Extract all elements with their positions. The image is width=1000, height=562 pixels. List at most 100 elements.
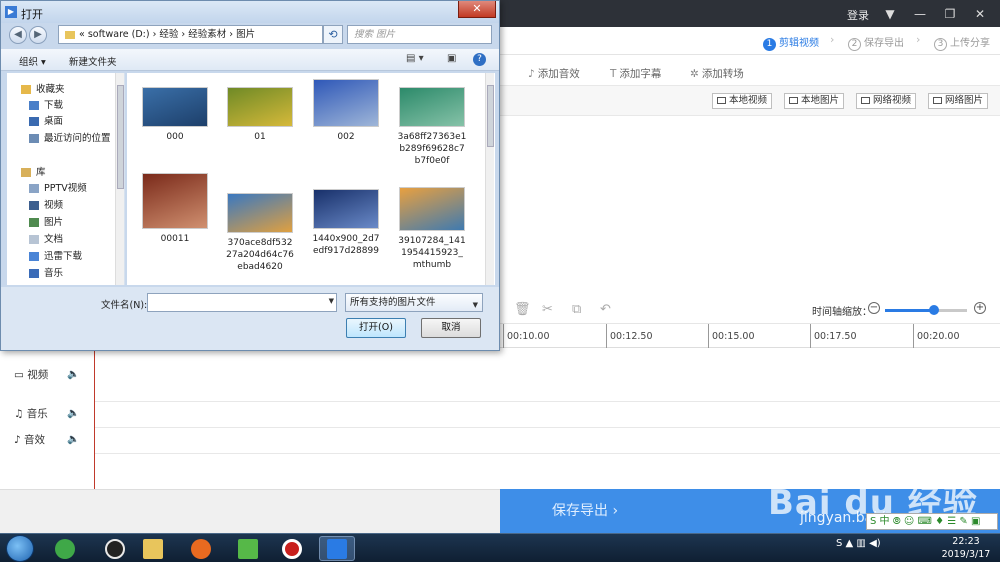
zoom-slider[interactable]	[885, 305, 967, 315]
image-preview	[142, 87, 208, 127]
file-thumbnail[interactable]: 002	[311, 79, 381, 143]
speaker-icon[interactable]: 🔈	[67, 362, 79, 388]
help-icon[interactable]: ?	[473, 53, 486, 66]
local-video-button[interactable]: 本地视频	[712, 93, 773, 109]
dropdown-arrow-icon[interactable]: ▼	[329, 297, 334, 305]
add-transition-button[interactable]: ✲ 添加转场	[690, 66, 744, 81]
address-bar[interactable]: « software (D:) › 经验 › 经验素材 › 图片	[58, 25, 323, 44]
scrollbar-thumb[interactable]	[487, 85, 494, 147]
step-edit-video[interactable]: 1 剪辑视频	[763, 34, 819, 51]
image-preview	[227, 87, 293, 127]
back-icon[interactable]: ◀	[9, 26, 27, 44]
step-save-export[interactable]: 2 保存导出	[848, 34, 904, 51]
cancel-button[interactable]: 取消	[421, 318, 481, 338]
taskbar-app-qq[interactable]	[97, 536, 133, 561]
local-image-button[interactable]: 本地图片	[784, 93, 845, 109]
dialog-titlebar: ▶ 打开 ✕	[1, 1, 499, 23]
zoom-in-button[interactable]: +	[974, 302, 986, 314]
volume-icon[interactable]: ◀)	[869, 538, 881, 549]
zoom-fill	[885, 309, 935, 312]
organize-menu[interactable]: 组织 ▾	[19, 54, 46, 68]
file-thumbnail[interactable]: 39107284_1411954415923_mthumb	[397, 187, 467, 271]
cut-icon[interactable]: ✂	[542, 302, 553, 317]
online-image-button[interactable]: 网络图片	[928, 93, 989, 109]
music-icon	[29, 269, 39, 278]
nav-pptv[interactable]: PPTV视频	[29, 180, 87, 196]
maximize-icon[interactable]: ❐	[940, 5, 960, 23]
add-subtitle-button[interactable]: T 添加字幕	[610, 66, 661, 81]
nav-downloads[interactable]: 下载	[29, 97, 63, 113]
file-scrollbar[interactable]	[485, 73, 494, 285]
sogou-icon[interactable]: S	[836, 538, 842, 549]
clock[interactable]: 22:23 2019/3/17	[938, 535, 994, 561]
undo-icon[interactable]: ↶	[600, 302, 611, 317]
login-link[interactable]: 登录	[847, 7, 869, 23]
nav-recent[interactable]: 最近访问的位置	[29, 130, 111, 146]
folder-icon	[143, 538, 163, 559]
nav-desktop[interactable]: 桌面	[29, 113, 63, 129]
zoom-label: 时间轴缩放：	[812, 307, 872, 318]
filename-label: 文件名(N):	[101, 300, 148, 311]
download-icon	[29, 101, 39, 110]
file-thumbnail[interactable]: 00011	[140, 173, 210, 245]
playhead[interactable]	[94, 345, 95, 489]
minimize-icon[interactable]: —	[910, 5, 930, 23]
system-tray[interactable]: S ▲ ▥ ◀)	[836, 538, 881, 560]
taskbar-app-editor[interactable]	[319, 536, 355, 561]
speaker-icon[interactable]: 🔈	[67, 401, 79, 427]
nav-documents[interactable]: 文档	[29, 231, 63, 247]
nav-videos[interactable]: 视频	[29, 197, 63, 213]
taskbar-app-recorder[interactable]	[274, 536, 310, 561]
file-thumbnail[interactable]: 01	[225, 87, 295, 143]
taskbar-app-firefox[interactable]	[183, 536, 219, 561]
step-upload-share[interactable]: 3 上传分享	[934, 34, 990, 51]
nav-favorites[interactable]: 收藏夹	[21, 81, 65, 97]
file-thumbnail[interactable]: 3a68ff27363e1b289f69628c7b7f0e0f	[397, 87, 467, 167]
image-icon	[789, 97, 798, 104]
close-dialog-button[interactable]: ✕	[458, 1, 496, 18]
ime-toolbar[interactable]: S 中 ⦾ ☺ ⌨ ♦ ☰ ✎ ▣	[866, 513, 998, 530]
speaker-icon[interactable]: 🔈	[67, 427, 79, 453]
delete-icon[interactable]: 🗑	[514, 302, 531, 317]
music-track[interactable]	[95, 402, 1000, 428]
nav-scrollbar[interactable]	[115, 73, 124, 285]
online-video-button[interactable]: 网络视频	[856, 93, 917, 109]
copy-icon[interactable]: ⧉	[572, 302, 581, 317]
scrollbar-thumb[interactable]	[117, 85, 124, 189]
taskbar-app-360[interactable]	[47, 536, 83, 561]
sfx-track[interactable]	[95, 428, 1000, 454]
video-track[interactable]	[95, 348, 1000, 402]
zoom-knob[interactable]	[929, 305, 940, 315]
dialog-title: 打开	[21, 8, 43, 21]
add-sound-effect-button[interactable]: ♪ 添加音效	[528, 66, 580, 81]
close-app-icon[interactable]: ✕	[970, 5, 990, 23]
view-options-icon[interactable]: ▤ ▾	[406, 53, 424, 64]
taskbar-app-explorer[interactable]	[135, 536, 171, 561]
filetype-select[interactable]: 所有支持的图片文件 ▼	[345, 293, 483, 312]
new-folder-button[interactable]: 新建文件夹	[69, 54, 117, 68]
nav-pictures[interactable]: 图片	[29, 214, 63, 230]
open-button[interactable]: 打开(O)	[346, 318, 406, 338]
file-thumbnail[interactable]: 000	[140, 87, 210, 143]
file-thumbnail[interactable]: 370ace8df53227a204d64c76ebad4620	[225, 193, 295, 273]
sound-effect-icon: ♪	[14, 434, 25, 446]
preview-pane-icon[interactable]: ▣	[447, 53, 456, 64]
start-button[interactable]	[6, 535, 34, 562]
browser-360-icon	[55, 538, 75, 559]
dropdown-icon[interactable]: ▼	[880, 5, 900, 23]
zoom-out-button[interactable]: −	[868, 302, 880, 314]
nav-music[interactable]: 音乐	[29, 265, 63, 281]
folder-icon	[29, 184, 39, 193]
nav-xunlei[interactable]: 迅雷下载	[29, 248, 82, 264]
image-preview	[399, 87, 465, 127]
search-input[interactable]: 搜索 图片	[347, 25, 492, 44]
dialog-footer: 文件名(N): ▼ 所有支持的图片文件 ▼ 打开(O) 取消	[1, 287, 499, 350]
nav-libraries[interactable]: 库	[21, 164, 46, 180]
forward-icon[interactable]: ▶	[29, 26, 47, 44]
image-preview	[142, 173, 208, 229]
file-thumbnail[interactable]: 1440x900_2d7edf917d28899	[311, 189, 381, 257]
filename-input[interactable]: ▼	[147, 293, 337, 312]
network-icon[interactable]: ▥	[856, 538, 865, 549]
refresh-icon[interactable]: ⟲	[323, 25, 343, 44]
taskbar-app-iqiyi[interactable]	[230, 536, 266, 561]
